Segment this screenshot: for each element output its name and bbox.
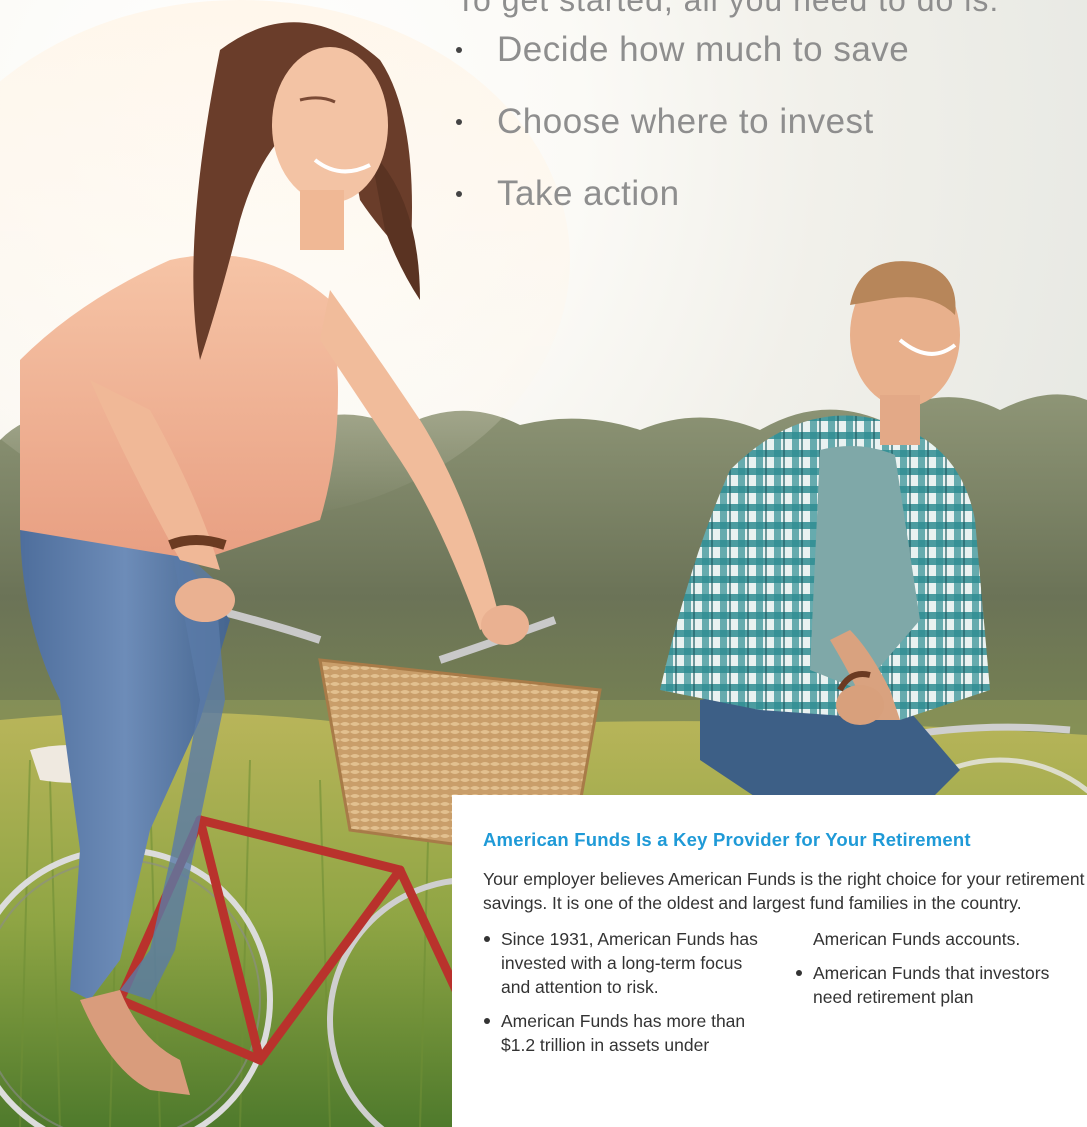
bullet-item: American Funds that investors need retir…: [795, 961, 1083, 1009]
info-panel: American Funds Is a Key Provider for You…: [452, 795, 1087, 1127]
bullet-text: Since 1931, American Funds has invested …: [501, 929, 758, 997]
steps-list: Decide how much to save Choose where to …: [456, 30, 1087, 214]
right-bullet-list: American Funds that investors need retir…: [795, 961, 1083, 1009]
bullet-icon: [796, 970, 802, 976]
continued-text: American Funds accounts.: [813, 929, 1021, 949]
bullet-icon: [456, 119, 462, 125]
bullet-item: Since 1931, American Funds has invested …: [483, 927, 771, 999]
left-column: Since 1931, American Funds has invested …: [483, 927, 771, 1067]
step-item: Choose where to invest: [456, 102, 1087, 142]
step-item: Take action: [456, 174, 1087, 214]
bullet-text: American Funds that investors need retir…: [813, 963, 1050, 1007]
intro-lead: To get started, all you need to do is:: [456, 0, 1000, 18]
bullet-text: American Funds has more than $1.2 trilli…: [501, 1011, 746, 1055]
bullet-icon: [484, 936, 490, 942]
step-label: Choose where to invest: [497, 102, 874, 141]
step-label: Decide how much to save: [497, 30, 910, 69]
step-label: Take action: [497, 174, 680, 213]
left-bullet-list: Since 1931, American Funds has invested …: [483, 927, 771, 1057]
bullet-item: American Funds has more than $1.2 trilli…: [483, 1009, 771, 1057]
panel-columns: Since 1931, American Funds has invested …: [483, 927, 1087, 1067]
intro-block: To get started, all you need to do is: D…: [456, 0, 1087, 246]
panel-title: American Funds Is a Key Provider for You…: [483, 829, 971, 850]
bullet-icon: [456, 47, 462, 53]
bullet-icon: [456, 191, 462, 197]
panel-intro: Your employer believes American Funds is…: [483, 869, 1085, 913]
bullet-icon: [484, 1018, 490, 1024]
right-column: American Funds accounts. American Funds …: [795, 927, 1083, 1067]
brochure-page: To get started, all you need to do is: D…: [0, 0, 1087, 1127]
step-item: Decide how much to save: [456, 30, 1087, 70]
